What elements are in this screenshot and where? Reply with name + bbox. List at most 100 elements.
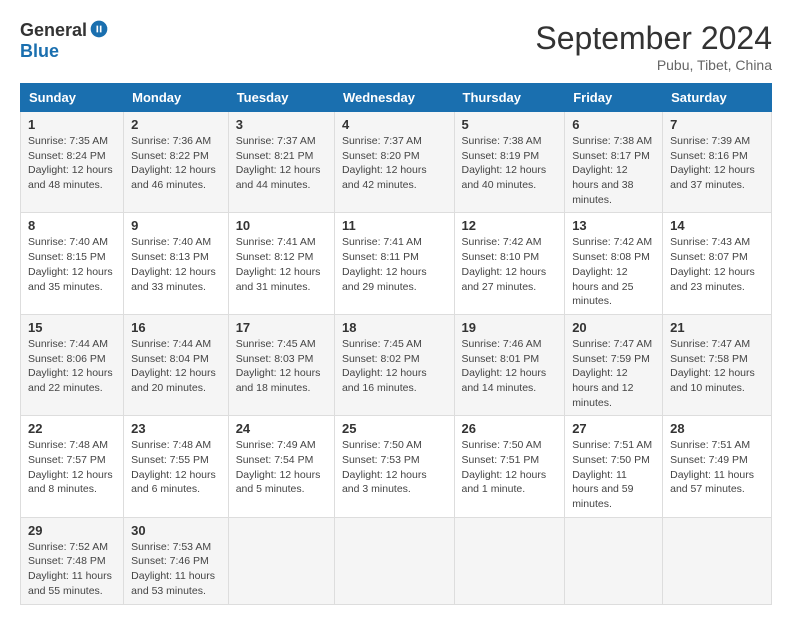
day-number: 25 [342,421,447,436]
calendar-cell-12: 12 Sunrise: 7:42 AMSunset: 8:10 PMDayligh… [454,213,565,314]
day-number: 15 [28,320,116,335]
day-number: 17 [236,320,327,335]
day-number: 3 [236,117,327,132]
day-number: 2 [131,117,221,132]
col-monday: Monday [124,84,229,112]
day-number: 29 [28,523,116,538]
day-number: 23 [131,421,221,436]
page-header: General Blue September 2024 Pubu, Tibet,… [20,20,772,73]
empty-cell [454,517,565,604]
day-info: Sunrise: 7:40 AMSunset: 8:13 PMDaylight:… [131,236,216,292]
day-info: Sunrise: 7:38 AMSunset: 8:17 PMDaylight:… [572,135,652,206]
empty-cell [663,517,772,604]
calendar-cell-18: 18 Sunrise: 7:45 AMSunset: 8:02 PMDayligh… [334,314,454,415]
calendar-cell-10: 10 Sunrise: 7:41 AMSunset: 8:12 PMDayligh… [228,213,334,314]
day-info: Sunrise: 7:37 AMSunset: 8:20 PMDaylight:… [342,135,427,191]
empty-cell [334,517,454,604]
day-number: 18 [342,320,447,335]
calendar-cell-2: 2 Sunrise: 7:36 AMSunset: 8:22 PMDaylight… [124,112,229,213]
day-number: 22 [28,421,116,436]
day-info: Sunrise: 7:50 AMSunset: 7:51 PMDaylight:… [462,439,547,495]
day-number: 10 [236,218,327,233]
day-info: Sunrise: 7:44 AMSunset: 8:06 PMDaylight:… [28,338,113,394]
day-info: Sunrise: 7:38 AMSunset: 8:19 PMDaylight:… [462,135,547,191]
day-info: Sunrise: 7:41 AMSunset: 8:12 PMDaylight:… [236,236,321,292]
day-info: Sunrise: 7:51 AMSunset: 7:50 PMDaylight:… [572,439,652,510]
day-info: Sunrise: 7:48 AMSunset: 7:57 PMDaylight:… [28,439,113,495]
calendar-cell-5: 5Sunrise: 7:38 AMSunset: 8:19 PMDaylight… [454,112,565,213]
day-info: Sunrise: 7:50 AMSunset: 7:53 PMDaylight:… [342,439,427,495]
calendar-cell-11: 11Sunrise: 7:41 AMSunset: 8:11 PMDayligh… [334,213,454,314]
day-number: 12 [462,218,558,233]
day-info: Sunrise: 7:53 AMSunset: 7:46 PMDaylight:… [131,541,215,597]
day-number: 21 [670,320,764,335]
day-info: Sunrise: 7:49 AMSunset: 7:54 PMDaylight:… [236,439,321,495]
day-info: Sunrise: 7:40 AMSunset: 8:15 PMDaylight:… [28,236,113,292]
day-info: Sunrise: 7:51 AMSunset: 7:49 PMDaylight:… [670,439,754,495]
day-number: 16 [131,320,221,335]
day-info: Sunrise: 7:43 AMSunset: 8:07 PMDaylight:… [670,236,755,292]
calendar-cell-16: 16 Sunrise: 7:44 AMSunset: 8:04 PMDayligh… [124,314,229,415]
day-number: 4 [342,117,447,132]
week-row-3: 22 Sunrise: 7:48 AMSunset: 7:57 PMDayligh… [21,416,772,517]
calendar-cell-1: 1Sunrise: 7:35 AMSunset: 8:24 PMDaylight… [21,112,124,213]
calendar-cell-30: 30Sunrise: 7:53 AMSunset: 7:46 PMDayligh… [124,517,229,604]
calendar-cell-20: 20 Sunrise: 7:47 AMSunset: 7:59 PMDayligh… [565,314,663,415]
col-sunday: Sunday [21,84,124,112]
day-info: Sunrise: 7:52 AMSunset: 7:48 PMDaylight:… [28,541,112,597]
calendar-cell-14: 14Sunrise: 7:43 AMSunset: 8:07 PMDayligh… [663,213,772,314]
calendar-cell-22: 22 Sunrise: 7:48 AMSunset: 7:57 PMDayligh… [21,416,124,517]
day-info: Sunrise: 7:48 AMSunset: 7:55 PMDaylight:… [131,439,216,495]
calendar-cell-4: 4 Sunrise: 7:37 AMSunset: 8:20 PMDaylight… [334,112,454,213]
logo: General Blue [20,20,109,62]
week-row-2: 15 Sunrise: 7:44 AMSunset: 8:06 PMDayligh… [21,314,772,415]
day-info: Sunrise: 7:42 AMSunset: 8:10 PMDaylight:… [462,236,547,292]
day-number: 24 [236,421,327,436]
calendar-cell-28: 28 Sunrise: 7:51 AMSunset: 7:49 PMDayligh… [663,416,772,517]
month-title: September 2024 [535,20,772,57]
day-number: 13 [572,218,655,233]
empty-cell [565,517,663,604]
day-number: 26 [462,421,558,436]
day-info: Sunrise: 7:36 AMSunset: 8:22 PMDaylight:… [131,135,216,191]
day-info: Sunrise: 7:44 AMSunset: 8:04 PMDaylight:… [131,338,216,394]
week-row-1: 8 Sunrise: 7:40 AMSunset: 8:15 PMDaylight… [21,213,772,314]
day-number: 8 [28,218,116,233]
calendar-cell-15: 15 Sunrise: 7:44 AMSunset: 8:06 PMDayligh… [21,314,124,415]
day-number: 6 [572,117,655,132]
header-row: Sunday Monday Tuesday Wednesday Thursday… [21,84,772,112]
calendar-cell-19: 19Sunrise: 7:46 AMSunset: 8:01 PMDayligh… [454,314,565,415]
title-area: September 2024 Pubu, Tibet, China [535,20,772,73]
day-info: Sunrise: 7:35 AMSunset: 8:24 PMDaylight:… [28,135,113,191]
day-info: Sunrise: 7:47 AMSunset: 7:59 PMDaylight:… [572,338,652,409]
day-number: 28 [670,421,764,436]
calendar-cell-7: 7Sunrise: 7:39 AMSunset: 8:16 PMDaylight… [663,112,772,213]
col-tuesday: Tuesday [228,84,334,112]
day-info: Sunrise: 7:37 AMSunset: 8:21 PMDaylight:… [236,135,321,191]
day-number: 19 [462,320,558,335]
day-number: 11 [342,218,447,233]
calendar-table: Sunday Monday Tuesday Wednesday Thursday… [20,83,772,605]
day-info: Sunrise: 7:42 AMSunset: 8:08 PMDaylight:… [572,236,652,307]
calendar-cell-9: 9Sunrise: 7:40 AMSunset: 8:13 PMDaylight… [124,213,229,314]
calendar-cell-8: 8 Sunrise: 7:40 AMSunset: 8:15 PMDaylight… [21,213,124,314]
logo-text-blue: Blue [20,41,59,62]
calendar-cell-17: 17Sunrise: 7:45 AMSunset: 8:03 PMDayligh… [228,314,334,415]
col-thursday: Thursday [454,84,565,112]
calendar-cell-24: 24 Sunrise: 7:49 AMSunset: 7:54 PMDayligh… [228,416,334,517]
calendar-cell-27: 27Sunrise: 7:51 AMSunset: 7:50 PMDayligh… [565,416,663,517]
calendar-cell-29: 29 Sunrise: 7:52 AMSunset: 7:48 PMDayligh… [21,517,124,604]
logo-text-general: General [20,20,87,41]
col-wednesday: Wednesday [334,84,454,112]
calendar-cell-6: 6 Sunrise: 7:38 AMSunset: 8:17 PMDaylight… [565,112,663,213]
calendar-cell-21: 21Sunrise: 7:47 AMSunset: 7:58 PMDayligh… [663,314,772,415]
logo-icon [89,19,109,39]
day-info: Sunrise: 7:45 AMSunset: 8:02 PMDaylight:… [342,338,427,394]
calendar-cell-25: 25 Sunrise: 7:50 AMSunset: 7:53 PMDayligh… [334,416,454,517]
col-saturday: Saturday [663,84,772,112]
calendar-cell-13: 13 Sunrise: 7:42 AMSunset: 8:08 PMDayligh… [565,213,663,314]
week-row-0: 1Sunrise: 7:35 AMSunset: 8:24 PMDaylight… [21,112,772,213]
day-number: 20 [572,320,655,335]
location: Pubu, Tibet, China [535,57,772,73]
calendar-cell-3: 3 Sunrise: 7:37 AMSunset: 8:21 PMDaylight… [228,112,334,213]
